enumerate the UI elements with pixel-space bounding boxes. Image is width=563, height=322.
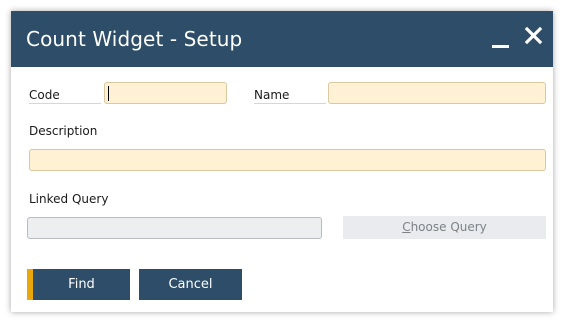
minimize-icon [492,45,509,48]
title-bar[interactable]: Count Widget - Setup [11,11,553,67]
name-field[interactable] [328,82,546,104]
close-icon [524,26,543,45]
description-label: Description [29,124,98,138]
choose-query-mnemonic: C [402,220,411,234]
minimize-button[interactable] [488,25,514,51]
code-field[interactable] [104,82,227,104]
choose-query-button[interactable]: Choose Query [343,216,546,239]
cancel-button[interactable]: Cancel [139,269,242,300]
text-caret [108,86,109,101]
description-field[interactable] [29,149,546,171]
linked-query-field [27,217,322,239]
cancel-label: Cancel [168,277,213,292]
linked-query-label: Linked Query [29,192,109,206]
window-title: Count Widget - Setup [26,27,243,51]
choose-query-label: hoose Query [410,220,487,234]
code-label: Code [29,88,101,104]
find-label: Find [68,277,95,292]
name-label: Name [254,88,326,104]
setup-dialog: Count Widget - Setup Code Name Descripti… [11,11,553,312]
close-button[interactable] [521,23,547,49]
find-button[interactable]: Find [27,269,130,300]
